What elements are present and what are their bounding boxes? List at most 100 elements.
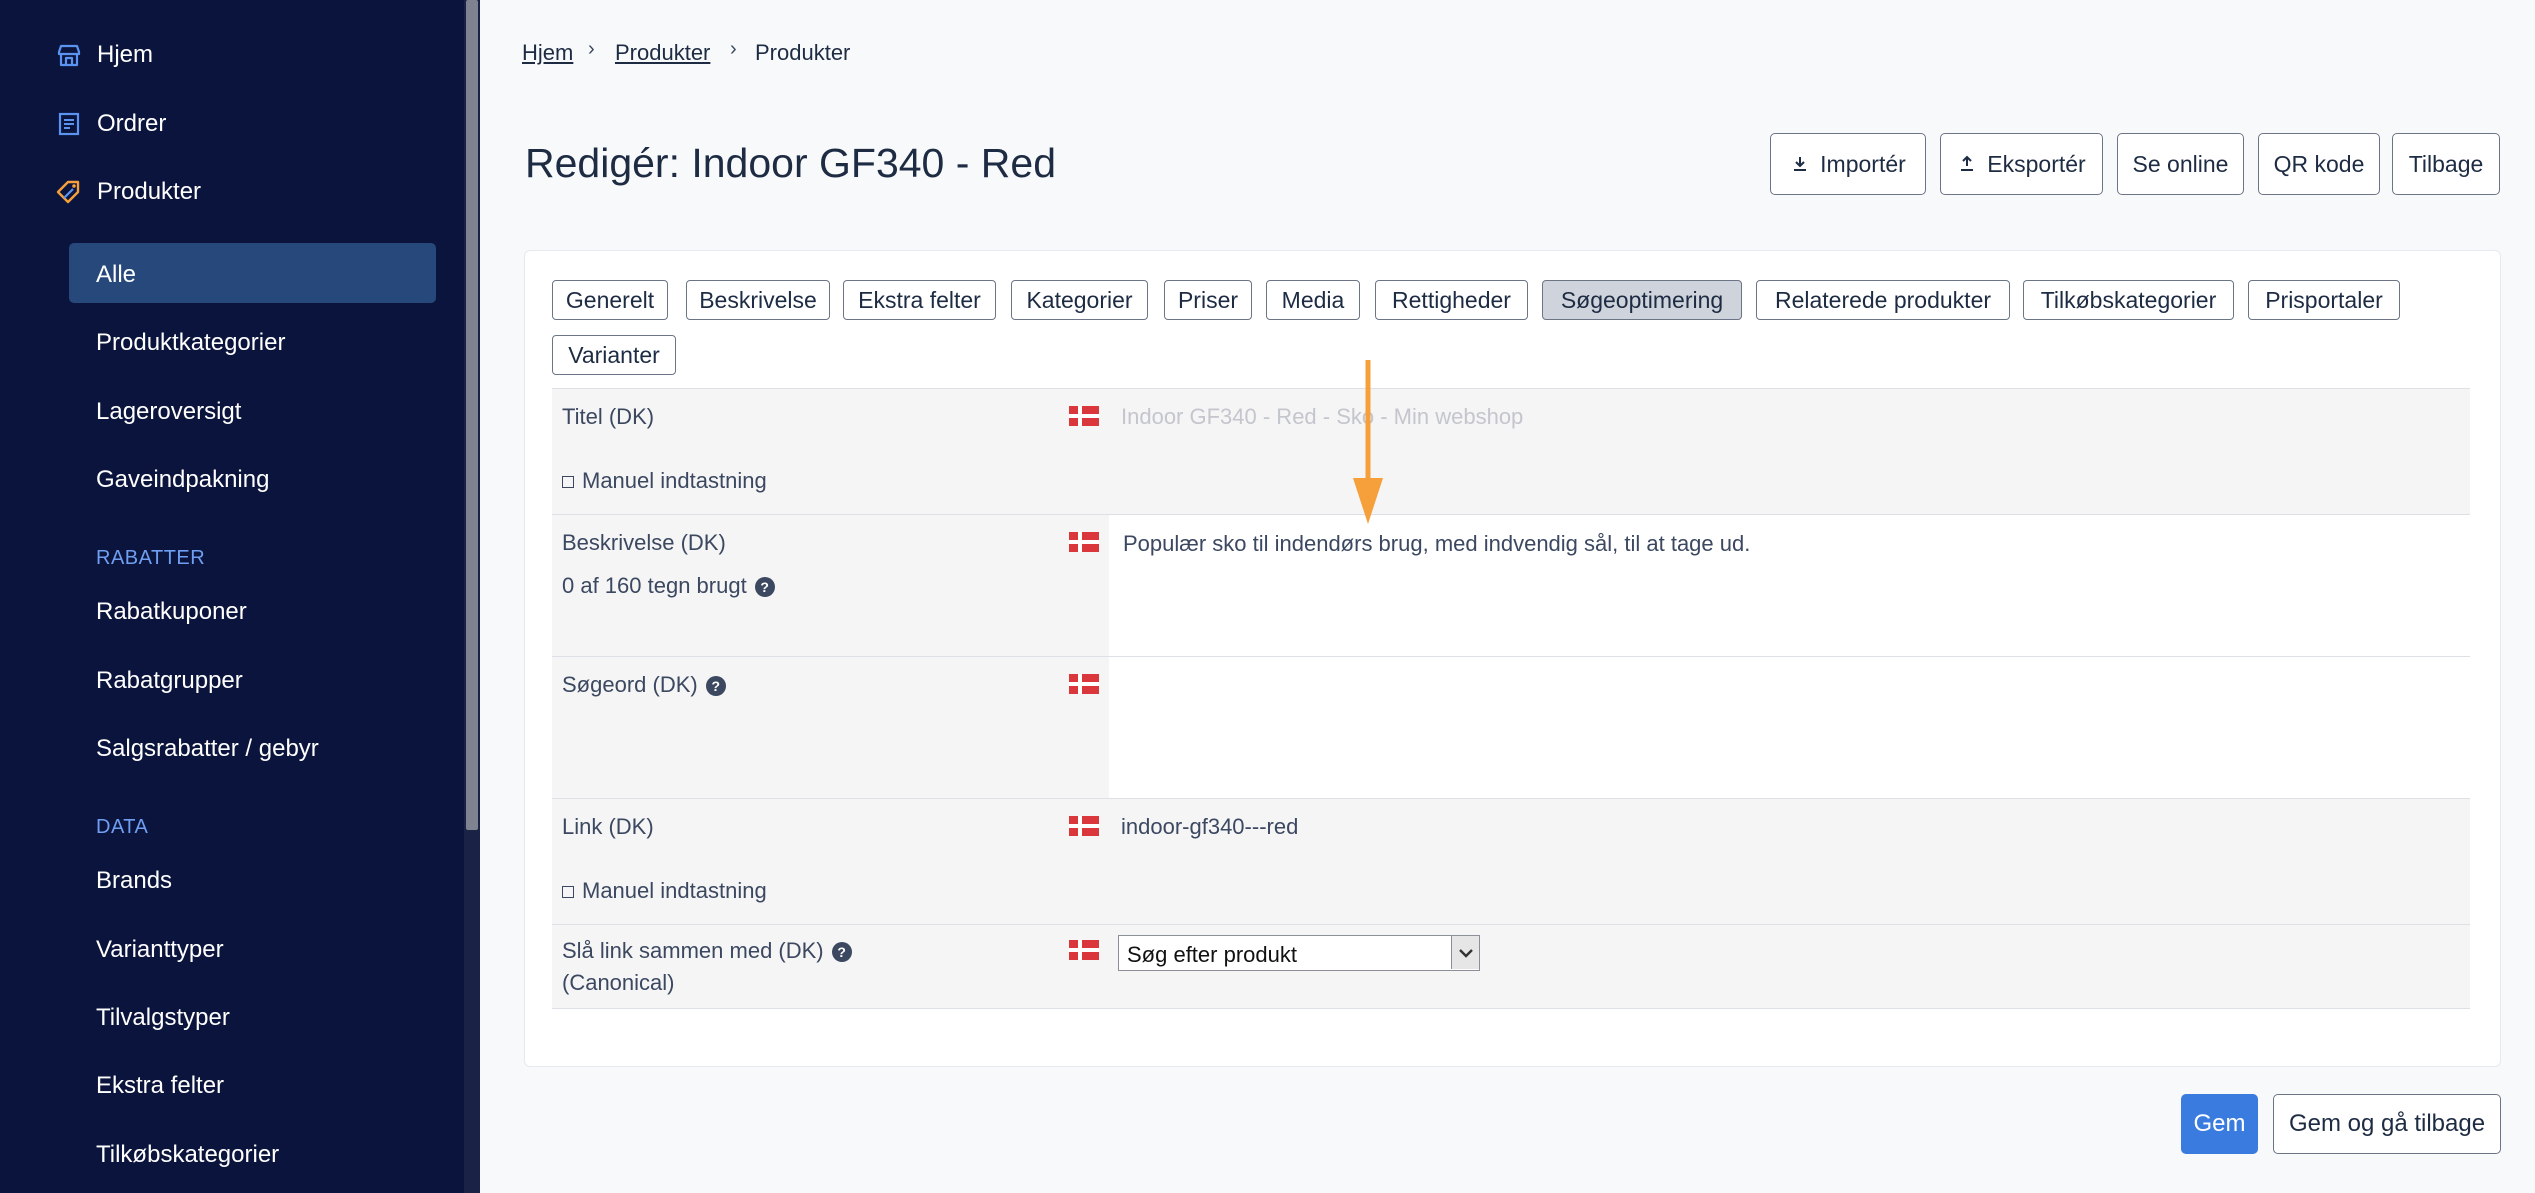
sidebar-item-label: Ekstra felter	[96, 1072, 225, 1099]
sidebar-item-gift-wrapping[interactable]: Gaveindpakning	[96, 460, 269, 500]
tab-label: Varianter	[568, 341, 660, 368]
sidebar-item-discount-groups[interactable]: Rabatgrupper	[96, 661, 243, 701]
tab-categories[interactable]: Kategorier	[1011, 280, 1148, 320]
breadcrumb-home[interactable]: Hjem	[522, 40, 573, 66]
sidebar-scrollbar-thumb[interactable]	[466, 0, 478, 830]
form-row-link: indoor-gf340---red Link (DK) Manuel indt…	[552, 798, 2470, 925]
sidebar-item-products[interactable]: Produkter	[55, 172, 201, 212]
tab-general[interactable]: Generelt	[552, 280, 668, 320]
tab-variants[interactable]: Varianter	[552, 335, 676, 375]
sidebar-item-product-categories[interactable]: Produktkategorier	[96, 323, 285, 363]
sidebar-item-extra-fields[interactable]: Ekstra felter	[96, 1066, 224, 1106]
danish-flag-icon	[1069, 940, 1099, 960]
sidebar-item-label: Alle	[96, 261, 137, 288]
sidebar-item-all[interactable]: Alle	[96, 255, 136, 295]
sidebar-item-variant-types[interactable]: Varianttyper	[96, 930, 224, 970]
sidebar-item-label: Ordrer	[97, 110, 167, 137]
sidebar-item-brands[interactable]: Brands	[96, 861, 172, 901]
receipt-icon	[55, 110, 83, 138]
link-manual-entry-checkbox[interactable]: Manuel indtastning	[562, 878, 767, 904]
breadcrumb-link[interactable]: Hjem	[522, 40, 573, 65]
import-button[interactable]: Importér	[1770, 133, 1926, 195]
chevron-right-icon: ›	[588, 38, 595, 60]
checkbox-icon	[562, 476, 574, 489]
sidebar-item-option-types[interactable]: Tilvalgstyper	[96, 998, 230, 1038]
tab-label: Relaterede produkter	[1774, 286, 1992, 313]
title-manual-entry-checkbox[interactable]: Manuel indtastning	[562, 468, 767, 494]
title-input[interactable]: Indoor GF340 - Red - Sko - Min webshop	[1109, 389, 2470, 515]
save-button-label: Gem	[2193, 1110, 2246, 1137]
manual-entry-label: Manuel indtastning	[582, 878, 767, 903]
sidebar-item-label: Salgsrabatter / gebyr	[96, 735, 319, 762]
keywords-textarea[interactable]	[1109, 657, 2470, 799]
link-input[interactable]: indoor-gf340---red	[1109, 799, 2470, 925]
keywords-label: Søgeord (DK)	[562, 672, 698, 697]
view-online-button-label: Se online	[2132, 150, 2229, 177]
form-row-description: Populær sko til indendørs brug, med indv…	[552, 514, 2470, 657]
form-row-keywords: Søgeord (DK)?	[552, 656, 2470, 799]
tab-label: Tilkøbskategorier	[2040, 286, 2217, 313]
breadcrumb-current: Produkter	[755, 40, 851, 65]
sidebar-item-label: Hjem	[97, 41, 154, 68]
tab-prices[interactable]: Priser	[1164, 280, 1252, 320]
form-row-canonical: Slå link sammen med (DK)? (Canonical)	[552, 924, 2470, 1009]
description-label: Beskrivelse (DK)	[562, 530, 726, 555]
tab-label: Kategorier	[1026, 286, 1133, 313]
export-button[interactable]: Eksportér	[1940, 133, 2103, 195]
page-title: Redigér: Indoor GF340 - Red	[525, 140, 1056, 186]
tab-extra-fields[interactable]: Ekstra felter	[843, 280, 996, 320]
back-button[interactable]: Tilbage	[2392, 133, 2500, 195]
select-value: Søg efter produkt	[1127, 942, 1297, 967]
tab-seo[interactable]: Søgeoptimering	[1542, 280, 1742, 320]
tab-related-products[interactable]: Relaterede produkter	[1756, 280, 2010, 320]
tab-label: Generelt	[565, 286, 655, 313]
sidebar-item-label: Rabatkuponer	[96, 598, 247, 625]
tab-price-portals[interactable]: Prisportaler	[2248, 280, 2400, 320]
tag-icon	[55, 178, 83, 206]
help-icon[interactable]: ?	[705, 676, 726, 697]
danish-flag-icon	[1069, 406, 1099, 426]
tab-description[interactable]: Beskrivelse	[686, 280, 830, 320]
danish-flag-icon	[1069, 674, 1099, 694]
sidebar-item-addon-categories[interactable]: Tilkøbskategorier	[96, 1135, 279, 1175]
store-icon	[55, 41, 83, 69]
sidebar-item-label: Varianttyper	[96, 936, 224, 963]
sidebar-item-coupons[interactable]: Rabatkuponer	[96, 592, 247, 632]
link-value: indoor-gf340---red	[1121, 814, 1299, 839]
danish-flag-icon	[1069, 816, 1099, 836]
sidebar-item-orders[interactable]: Ordrer	[55, 104, 166, 144]
description-placeholder: Populær sko til indendørs brug, med indv…	[1123, 531, 1751, 556]
sidebar-section-heading: DATA	[96, 816, 149, 838]
qr-code-button-label: QR kode	[2273, 150, 2365, 177]
help-icon[interactable]: ?	[754, 577, 775, 598]
help-icon[interactable]: ?	[831, 942, 852, 963]
chevron-down-icon[interactable]	[1451, 936, 1479, 969]
title-label: Titel (DK)	[562, 404, 655, 429]
tab-label: Rettigheder	[1392, 286, 1511, 313]
save-button[interactable]: Gem	[2181, 1094, 2258, 1154]
sidebar-item-sales-discounts[interactable]: Salgsrabatter / gebyr	[96, 729, 319, 769]
view-online-button[interactable]: Se online	[2117, 133, 2244, 195]
sidebar-item-stock-overview[interactable]: Lageroversigt	[96, 392, 241, 432]
upload-icon	[1961, 155, 1974, 171]
tab-addon-categories[interactable]: Tilkøbskategorier	[2023, 280, 2234, 320]
form-row-title: Indoor GF340 - Red - Sko - Min webshop T…	[552, 388, 2470, 515]
description-counter-text: 0 af 160 tegn brugt	[562, 573, 747, 598]
sidebar-item-label: Produkter	[97, 178, 202, 205]
description-counter: 0 af 160 tegn brugt?	[562, 573, 775, 599]
tab-label: Prisportaler	[2265, 286, 2383, 313]
qr-code-button[interactable]: QR kode	[2258, 133, 2380, 195]
description-textarea[interactable]: Populær sko til indendørs brug, med indv…	[1109, 515, 2470, 657]
breadcrumb-products[interactable]: Produkter	[615, 40, 710, 66]
sidebar-item-label: Tilkøbskategorier	[96, 1141, 280, 1168]
tab-permissions[interactable]: Rettigheder	[1375, 280, 1528, 320]
save-and-back-button[interactable]: Gem og gå tilbage	[2273, 1094, 2501, 1154]
export-button-label: Eksportér	[1987, 150, 2086, 177]
canonical-product-select[interactable]: Søg efter produkt	[1118, 935, 1480, 971]
manual-entry-label: Manuel indtastning	[582, 468, 767, 493]
sidebar-item-home[interactable]: Hjem	[55, 35, 153, 75]
sidebar-item-label: Gaveindpakning	[96, 466, 270, 493]
tab-media[interactable]: Media	[1266, 280, 1360, 320]
breadcrumb-link[interactable]: Produkter	[615, 40, 710, 65]
annotation-arrow-icon	[1353, 360, 1383, 524]
